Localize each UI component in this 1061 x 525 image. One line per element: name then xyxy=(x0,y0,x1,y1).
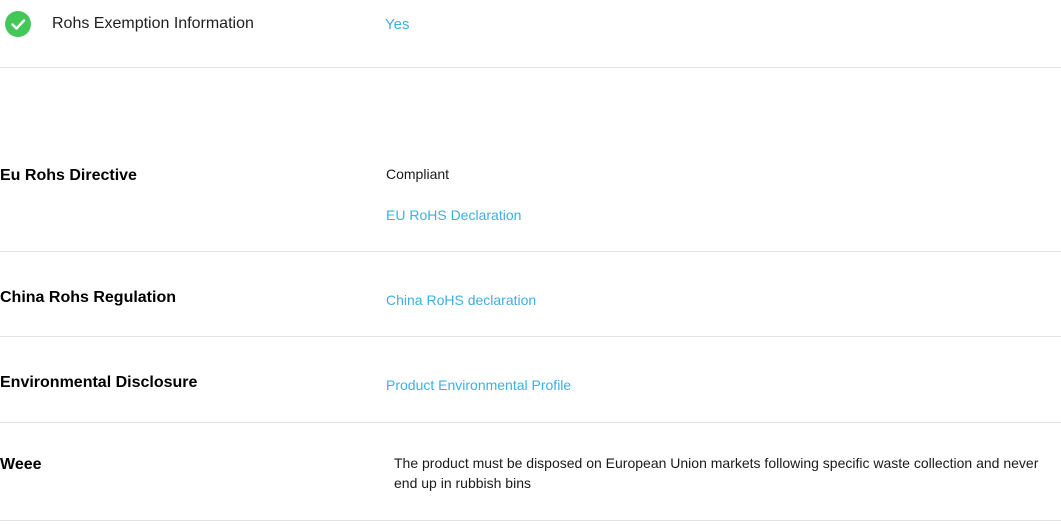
china-rohs-declaration-link[interactable]: China RoHS declaration xyxy=(386,290,536,310)
weee-label: Weee xyxy=(0,456,42,473)
product-environmental-profile-link[interactable]: Product Environmental Profile xyxy=(386,375,571,395)
check-circle-icon xyxy=(5,11,31,37)
divider xyxy=(0,251,1061,252)
eu-rohs-directive-label: Eu Rohs Directive xyxy=(0,167,137,184)
eu-rohs-status: Compliant xyxy=(386,166,450,182)
rohs-exemption-value-link[interactable]: Yes xyxy=(385,15,409,35)
divider xyxy=(0,422,1061,423)
eu-rohs-declaration-link[interactable]: EU RoHS Declaration xyxy=(386,205,521,225)
rohs-exemption-label: Rohs Exemption Information xyxy=(52,15,254,32)
environmental-disclosure-label: Environmental Disclosure xyxy=(0,374,198,391)
divider xyxy=(0,520,1061,521)
china-rohs-regulation-label: China Rohs Regulation xyxy=(0,289,176,306)
divider xyxy=(0,67,1061,68)
divider xyxy=(0,336,1061,337)
weee-description: The product must be disposed on European… xyxy=(394,455,1039,491)
